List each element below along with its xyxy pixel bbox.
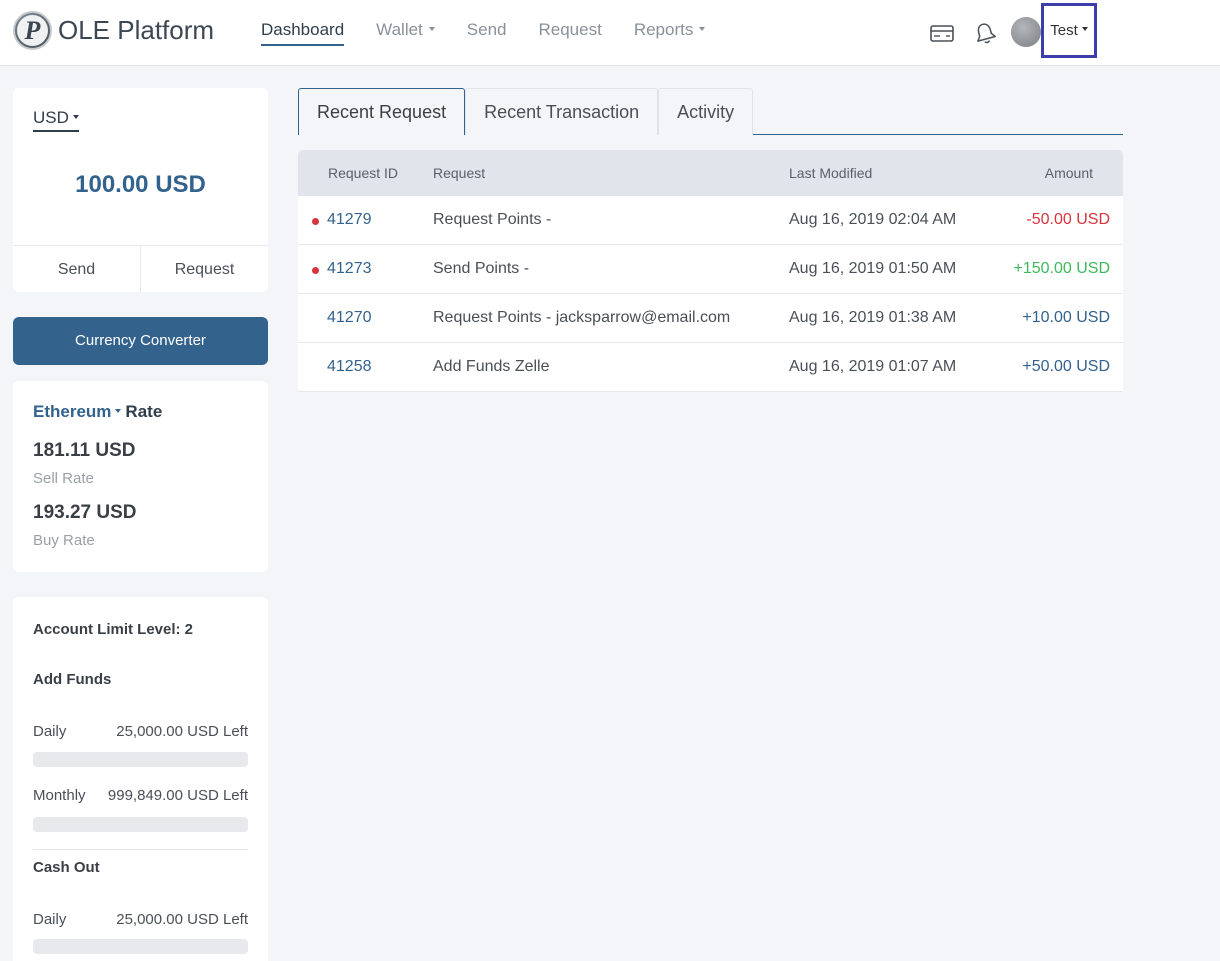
coin-select[interactable]: Ethereum bbox=[33, 402, 111, 421]
tab-activity[interactable]: Activity bbox=[658, 88, 754, 135]
request-description: Request Points - bbox=[433, 211, 552, 228]
brand[interactable]: P OLE Platform bbox=[13, 11, 214, 50]
cash-out-daily-progress bbox=[33, 939, 248, 954]
top-navbar: P OLE Platform Dashboard Wallet Send Req… bbox=[0, 0, 1220, 66]
column-header-request[interactable]: Request bbox=[433, 165, 485, 181]
request-id-link[interactable]: 41258 bbox=[327, 358, 372, 376]
tab-recent-request[interactable]: Recent Request bbox=[298, 88, 466, 135]
add-funds-daily-label: Daily bbox=[33, 723, 67, 740]
bell-icon[interactable] bbox=[972, 20, 998, 46]
recent-request-table: Request ID Request Last Modified Amount … bbox=[298, 150, 1123, 392]
cash-out-daily-row: Daily 25,000.00 USD Left bbox=[33, 911, 248, 928]
unread-dot-icon bbox=[312, 218, 319, 225]
table-row[interactable]: 41273 Send Points - Aug 16, 2019 01:50 A… bbox=[298, 245, 1123, 294]
rate-card: Ethereum Rate 181.11 USD Sell Rate 193.27… bbox=[13, 381, 268, 572]
brand-logo-icon: P bbox=[13, 11, 52, 50]
sell-rate-value: 181.11 USD bbox=[33, 440, 136, 461]
request-id-link[interactable]: 41270 bbox=[327, 309, 372, 327]
currency-select[interactable]: USD bbox=[33, 108, 79, 132]
add-funds-monthly-value: 999,849.00 USD Left bbox=[107, 787, 248, 804]
column-header-request-id[interactable]: Request ID bbox=[328, 165, 398, 181]
chevron-down-icon bbox=[428, 26, 435, 31]
request-amount: +150.00 USD bbox=[1013, 260, 1110, 277]
request-date: Aug 16, 2019 01:07 AM bbox=[789, 358, 957, 375]
column-header-last-modified[interactable]: Last Modified bbox=[789, 165, 872, 181]
request-id-link[interactable]: 41273 bbox=[327, 260, 372, 278]
credit-card-icon[interactable] bbox=[929, 20, 955, 46]
request-description: Add Funds Zelle bbox=[433, 358, 550, 375]
send-button[interactable]: Send bbox=[13, 246, 141, 292]
request-description: Send Points - bbox=[433, 260, 530, 277]
add-funds-monthly-progress bbox=[33, 817, 248, 832]
nav-send[interactable]: Send bbox=[467, 0, 507, 66]
request-amount: +50.00 USD bbox=[1022, 358, 1110, 375]
chevron-down-icon[interactable] bbox=[115, 408, 122, 413]
table-row[interactable]: 41270 Request Points - jacksparrow@email… bbox=[298, 294, 1123, 343]
request-date: Aug 16, 2019 01:38 AM bbox=[789, 309, 957, 326]
buy-rate-label: Buy Rate bbox=[33, 532, 95, 549]
add-funds-daily-value: 25,000.00 USD Left bbox=[116, 723, 248, 740]
buy-rate-value: 193.27 USD bbox=[33, 502, 137, 523]
cash-out-daily-label: Daily bbox=[33, 911, 67, 928]
account-limit-card: Account Limit Level: 2 Add Funds Daily 2… bbox=[13, 597, 268, 961]
account-limit-title: Account Limit Level: 2 bbox=[33, 621, 194, 638]
add-funds-daily-progress bbox=[33, 752, 248, 767]
main-nav: Dashboard Wallet Send Request Reports bbox=[261, 0, 737, 66]
add-funds-title: Add Funds bbox=[33, 671, 112, 688]
currency-converter-button[interactable]: Currency Converter bbox=[13, 317, 268, 365]
tab-recent-transaction[interactable]: Recent Transaction bbox=[465, 88, 659, 135]
avatar[interactable] bbox=[1011, 17, 1041, 47]
add-funds-monthly-label: Monthly bbox=[33, 787, 86, 804]
chevron-down-icon bbox=[72, 114, 79, 119]
add-funds-daily-row: Daily 25,000.00 USD Left bbox=[33, 723, 248, 740]
sell-rate-label: Sell Rate bbox=[33, 470, 94, 487]
request-amount: +10.00 USD bbox=[1022, 309, 1110, 326]
nav-wallet[interactable]: Wallet bbox=[376, 0, 435, 66]
balance-card: USD 100.00 USD Send Request bbox=[13, 88, 268, 292]
nav-reports[interactable]: Reports bbox=[634, 0, 706, 66]
brand-logo-letter: P bbox=[17, 15, 48, 46]
request-id-link[interactable]: 41279 bbox=[327, 211, 372, 229]
table-row[interactable]: 41258 Add Funds Zelle Aug 16, 2019 01:07… bbox=[298, 343, 1123, 392]
cash-out-daily-value: 25,000.00 USD Left bbox=[116, 911, 248, 928]
request-button[interactable]: Request bbox=[141, 246, 268, 292]
column-header-amount[interactable]: Amount bbox=[1045, 165, 1093, 181]
nav-request[interactable]: Request bbox=[538, 0, 601, 66]
divider bbox=[33, 849, 248, 850]
chevron-down-icon bbox=[699, 26, 706, 31]
balance-amount: 100.00 USD bbox=[75, 171, 206, 198]
table-row[interactable]: 41279 Request Points - Aug 16, 2019 02:0… bbox=[298, 196, 1123, 245]
user-name: Test bbox=[1050, 22, 1078, 39]
request-date: Aug 16, 2019 01:50 AM bbox=[789, 260, 957, 277]
chevron-down-icon bbox=[1081, 26, 1088, 31]
request-amount: -50.00 USD bbox=[1026, 211, 1110, 228]
brand-name: OLE Platform bbox=[58, 15, 215, 45]
request-date: Aug 16, 2019 02:04 AM bbox=[789, 211, 957, 228]
table-header: Request ID Request Last Modified Amount bbox=[298, 150, 1123, 196]
unread-dot-icon bbox=[312, 267, 319, 274]
nav-dashboard[interactable]: Dashboard bbox=[261, 0, 345, 66]
request-description: Request Points - jacksparrow@email.com bbox=[433, 309, 731, 326]
balance-actions: Send Request bbox=[13, 245, 268, 292]
add-funds-monthly-row: Monthly 999,849.00 USD Left bbox=[33, 787, 248, 804]
rate-title: Ethereum Rate bbox=[33, 402, 163, 421]
dashboard-tabs: Recent Request Recent Transaction Activi… bbox=[298, 88, 1123, 135]
cash-out-title: Cash Out bbox=[33, 859, 100, 876]
user-menu-dropdown[interactable]: Test bbox=[1041, 3, 1097, 58]
